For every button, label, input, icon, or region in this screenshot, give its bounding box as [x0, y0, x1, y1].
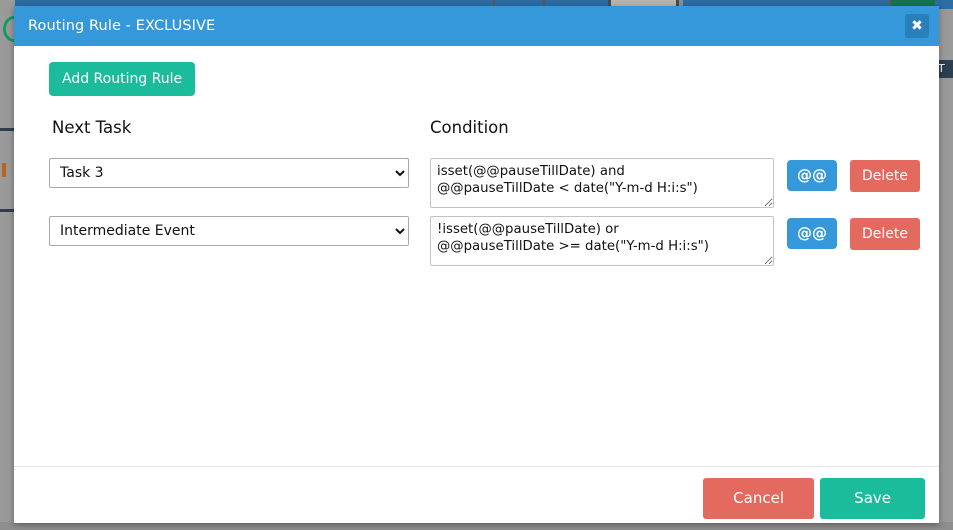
background-marker	[2, 163, 6, 177]
next-task-select-0[interactable]: Task 3	[49, 158, 409, 188]
delete-rule-button-0[interactable]: Delete	[850, 160, 920, 192]
background-bottom-rail	[0, 522, 953, 530]
table-row: Intermediate Event @@ Delete	[49, 216, 920, 274]
dialog-header: Routing Rule - EXCLUSIVE ✖	[14, 6, 939, 46]
column-headers: Next Task Condition	[49, 118, 919, 144]
dialog-body: Add Routing Rule Next Task Condition Tas…	[14, 46, 939, 466]
condition-textarea-0[interactable]	[430, 158, 774, 208]
insert-variable-button-0[interactable]: @@	[787, 160, 837, 191]
dialog-footer: Cancel Save	[14, 466, 939, 523]
background-left-rail	[0, 0, 25, 530]
cancel-button[interactable]: Cancel	[703, 478, 814, 519]
condition-textarea-1[interactable]	[430, 216, 774, 266]
background-rule	[0, 209, 15, 212]
background-right-rail	[938, 9, 953, 530]
background-rule	[0, 128, 15, 131]
dialog-title: Routing Rule - EXCLUSIVE	[28, 18, 216, 34]
screen: T Routing Rule - EXCLUSIVE ✖ Add Routing…	[0, 0, 953, 530]
background-right-label: T	[938, 60, 953, 78]
routing-rules-list: Task 3 @@ Delete Intermediate Event	[49, 158, 920, 274]
condition-field-wrapper-1	[430, 216, 774, 270]
column-header-next-task: Next Task	[52, 118, 132, 137]
insert-variable-button-1[interactable]: @@	[787, 218, 837, 249]
condition-field-wrapper-0	[430, 158, 774, 212]
column-header-condition: Condition	[430, 118, 509, 137]
delete-rule-button-1[interactable]: Delete	[850, 218, 920, 250]
save-button[interactable]: Save	[820, 478, 925, 519]
routing-rule-dialog: Routing Rule - EXCLUSIVE ✖ Add Routing R…	[14, 6, 939, 523]
add-routing-rule-button[interactable]: Add Routing Rule	[49, 62, 196, 96]
table-row: Task 3 @@ Delete	[49, 158, 920, 216]
close-icon[interactable]: ✖	[905, 14, 929, 38]
next-task-select-1[interactable]: Intermediate Event	[49, 216, 409, 246]
